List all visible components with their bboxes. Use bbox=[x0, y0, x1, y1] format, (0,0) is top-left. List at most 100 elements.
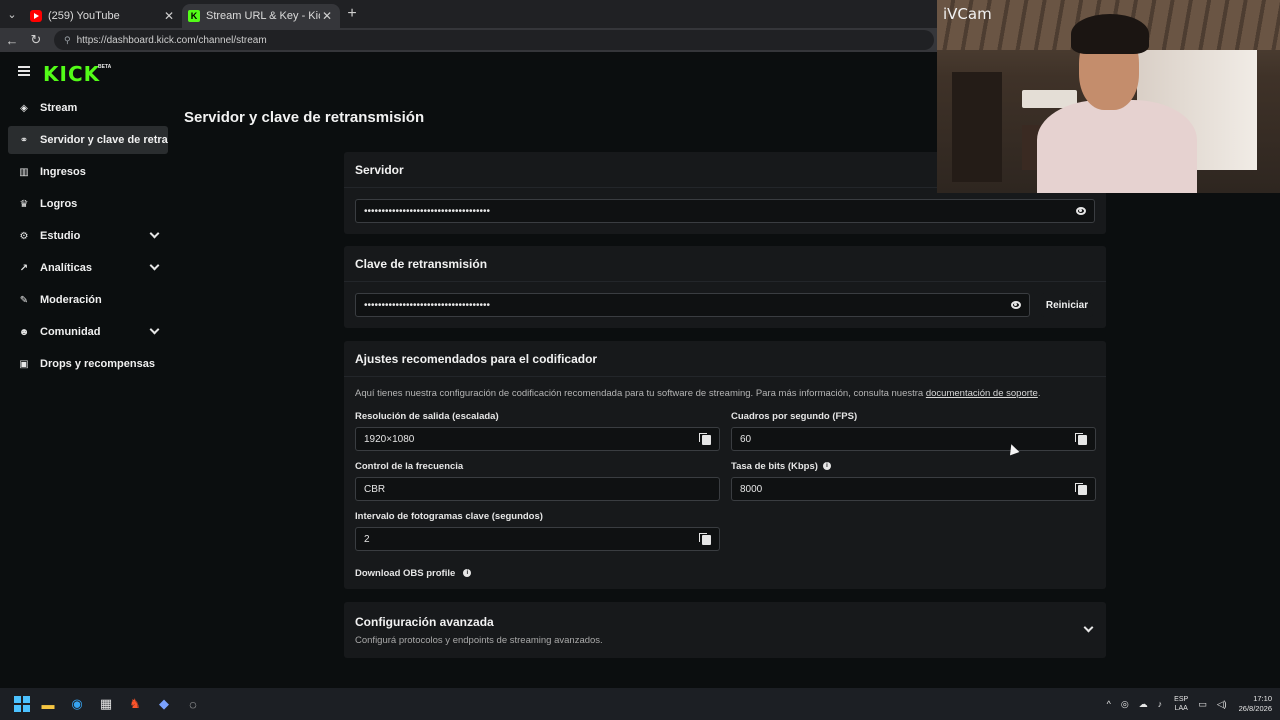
advanced-settings-card[interactable]: Configuración avanzada Configurá protoco… bbox=[344, 602, 1106, 658]
language-top: ESP bbox=[1174, 696, 1189, 703]
site-info-icon[interactable]: ⚲ bbox=[64, 35, 71, 46]
fps-label: Cuadros por segundo (FPS) bbox=[731, 411, 858, 422]
kick-icon: K bbox=[188, 10, 200, 22]
info-icon[interactable]: i bbox=[822, 462, 831, 471]
encoder-description: Aquí tienes nuestra configuración de cod… bbox=[355, 388, 1040, 399]
sidebar-item-achievements[interactable]: ♛ Logros bbox=[8, 190, 168, 218]
server-field[interactable]: •••••••••••••••••••••••••••••••••••• bbox=[355, 199, 1095, 223]
obs-profile-label: Download OBS profile bbox=[355, 568, 456, 579]
broadcast-icon: ◈ bbox=[20, 102, 28, 114]
tab-youtube[interactable]: (259) YouTube ✕ bbox=[24, 4, 182, 28]
reset-key-button[interactable]: Reiniciar bbox=[1041, 293, 1093, 317]
rate-control-label: Control de la frecuencia bbox=[355, 461, 464, 472]
edge-browser-icon[interactable]: ◉ bbox=[66, 693, 88, 715]
system-tray: ^ ◎ ☁ ♪ ESP LAA ▭ ◁) 17:10 26/8/2026 bbox=[1097, 688, 1272, 720]
windows-start-icon[interactable] bbox=[14, 696, 30, 712]
brave-browser-icon[interactable]: ♞ bbox=[124, 693, 146, 715]
menu-icon[interactable] bbox=[18, 66, 30, 76]
settings-icon: ⚙ bbox=[19, 230, 29, 242]
url-field[interactable]: ⚲ https://dashboard.kick.com/channel/str… bbox=[54, 30, 934, 50]
sidebar-item-community[interactable]: ☻ Comunidad bbox=[8, 318, 168, 346]
sidebar-item-studio[interactable]: ⚙ Estudio bbox=[8, 222, 168, 250]
file-explorer-icon[interactable]: ▬ bbox=[37, 693, 59, 715]
sidebar-item-income[interactable]: ▥ Ingresos bbox=[8, 158, 168, 186]
app-diamond-icon[interactable]: ◆ bbox=[153, 693, 175, 715]
page-title: Servidor y clave de retransmisión bbox=[184, 109, 425, 126]
clock-time: 17:10 bbox=[1253, 694, 1272, 703]
copy-icon[interactable] bbox=[1075, 483, 1087, 495]
tab-kick-dashboard[interactable]: K Stream URL & Key - Kick Dashboard ✕ bbox=[182, 4, 340, 28]
clock[interactable]: 17:10 26/8/2026 bbox=[1239, 694, 1272, 714]
reload-icon[interactable]: ↻ bbox=[24, 32, 48, 48]
description-period: . bbox=[1037, 388, 1041, 399]
language-indicator[interactable]: ESP LAA bbox=[1174, 695, 1188, 713]
store-icon[interactable]: ▦ bbox=[95, 693, 117, 715]
close-icon[interactable]: ✕ bbox=[162, 9, 176, 23]
webcam-overlay: iVCam bbox=[937, 0, 1280, 193]
copy-icon[interactable] bbox=[699, 533, 711, 545]
analytics-icon: ↗ bbox=[19, 262, 29, 274]
keyframe-field[interactable]: 2 bbox=[355, 527, 720, 551]
sidebar-item-label: Logros bbox=[40, 198, 78, 210]
rate-control-field[interactable]: CBR bbox=[355, 477, 720, 501]
tab-list-dropdown-icon[interactable]: ⌄ bbox=[0, 0, 24, 28]
stream-key-field[interactable]: •••••••••••••••••••••••••••••••••••• bbox=[355, 293, 1030, 317]
copy-icon[interactable] bbox=[699, 433, 711, 445]
bitrate-value: 8000 bbox=[740, 483, 763, 495]
language-bottom: LAA bbox=[1174, 705, 1188, 712]
obs-profile-download[interactable]: Download OBS profile i bbox=[355, 568, 472, 579]
description-text: Aquí tienes nuestra configuración de cod… bbox=[355, 388, 926, 399]
link-icon: ⚭ bbox=[19, 134, 29, 146]
back-arrow-icon[interactable]: ← bbox=[0, 33, 24, 48]
wifi-icon[interactable]: ▭ bbox=[1198, 699, 1207, 710]
microphone-icon[interactable]: ♪ bbox=[1158, 699, 1163, 709]
bitrate-label-text: Tasa de bits (Kbps) bbox=[731, 461, 818, 472]
bitrate-field[interactable]: 8000 bbox=[731, 477, 1096, 501]
chart-bars-icon: ▥ bbox=[19, 166, 29, 178]
copy-icon[interactable] bbox=[1075, 433, 1087, 445]
sidebar-item-moderation[interactable]: ✎ Moderación bbox=[8, 286, 168, 314]
kick-logo[interactable]: KICK bbox=[43, 62, 100, 86]
chevron-up-icon[interactable]: ^ bbox=[1107, 699, 1111, 709]
webcam-person-hair bbox=[1071, 14, 1149, 54]
fps-field[interactable]: 60 bbox=[731, 427, 1096, 451]
server-value: •••••••••••••••••••••••••••••••••••• bbox=[364, 205, 491, 217]
sidebar-item-drops[interactable]: ▣ Drops y recompensas bbox=[8, 350, 168, 378]
speaker-icon[interactable]: ◁) bbox=[1217, 699, 1227, 710]
rate-control-value: CBR bbox=[364, 483, 386, 495]
chevron-down-icon bbox=[149, 260, 160, 271]
eye-icon[interactable] bbox=[1011, 301, 1021, 309]
tray-app-icon[interactable]: ◎ bbox=[1121, 699, 1129, 710]
sidebar-item-server-key[interactable]: ⚭ Servidor y clave de retransmisión bbox=[8, 126, 168, 154]
eye-icon[interactable] bbox=[1076, 207, 1086, 215]
sidebar-item-label: Drops y recompensas bbox=[40, 358, 155, 370]
taskbar: ▬ ◉ ▦ ♞ ◆ ◌ ^ ◎ ☁ ♪ ESP LAA ▭ ◁) 17:10 2… bbox=[0, 688, 1280, 720]
network-app-icon[interactable]: ☁ bbox=[1139, 699, 1148, 710]
clock-date: 26/8/2026 bbox=[1238, 704, 1272, 713]
url-text: https://dashboard.kick.com/channel/strea… bbox=[76, 34, 267, 46]
resolution-field[interactable]: 1920×1080 bbox=[355, 427, 720, 451]
chevron-down-icon[interactable] bbox=[1083, 622, 1094, 633]
info-icon[interactable]: i bbox=[463, 569, 472, 578]
close-icon[interactable]: ✕ bbox=[320, 9, 334, 23]
fps-value: 60 bbox=[740, 433, 752, 445]
sidebar-item-analytics[interactable]: ↗ Analíticas bbox=[8, 254, 168, 282]
tab-title: (259) YouTube bbox=[48, 10, 120, 22]
beta-badge: BETA bbox=[98, 64, 112, 70]
sidebar-item-label: Moderación bbox=[40, 294, 102, 306]
resolution-label: Resolución de salida (escalada) bbox=[355, 411, 499, 422]
chevron-down-icon bbox=[149, 324, 160, 335]
app-circle-icon[interactable]: ◌ bbox=[182, 693, 204, 715]
sidebar-item-stream[interactable]: ◈ Stream bbox=[8, 94, 168, 122]
keyframe-label: Intervalo de fotogramas clave (segundos) bbox=[355, 511, 543, 522]
sidebar-item-label: Comunidad bbox=[40, 326, 101, 338]
stream-key-heading: Clave de retransmisión bbox=[344, 246, 1106, 282]
sidebar: ◈ Stream ⚭ Servidor y clave de retransmi… bbox=[8, 94, 168, 382]
stream-key-value: •••••••••••••••••••••••••••••••••••• bbox=[364, 299, 491, 311]
webcam-label: iVCam bbox=[943, 5, 992, 23]
new-tab-icon[interactable]: + bbox=[340, 5, 364, 23]
bitrate-label: Tasa de bits (Kbps) i bbox=[731, 461, 831, 472]
support-docs-link[interactable]: documentación de soporte bbox=[926, 388, 1038, 399]
resolution-value: 1920×1080 bbox=[364, 433, 415, 445]
sidebar-item-label: Ingresos bbox=[40, 166, 86, 178]
